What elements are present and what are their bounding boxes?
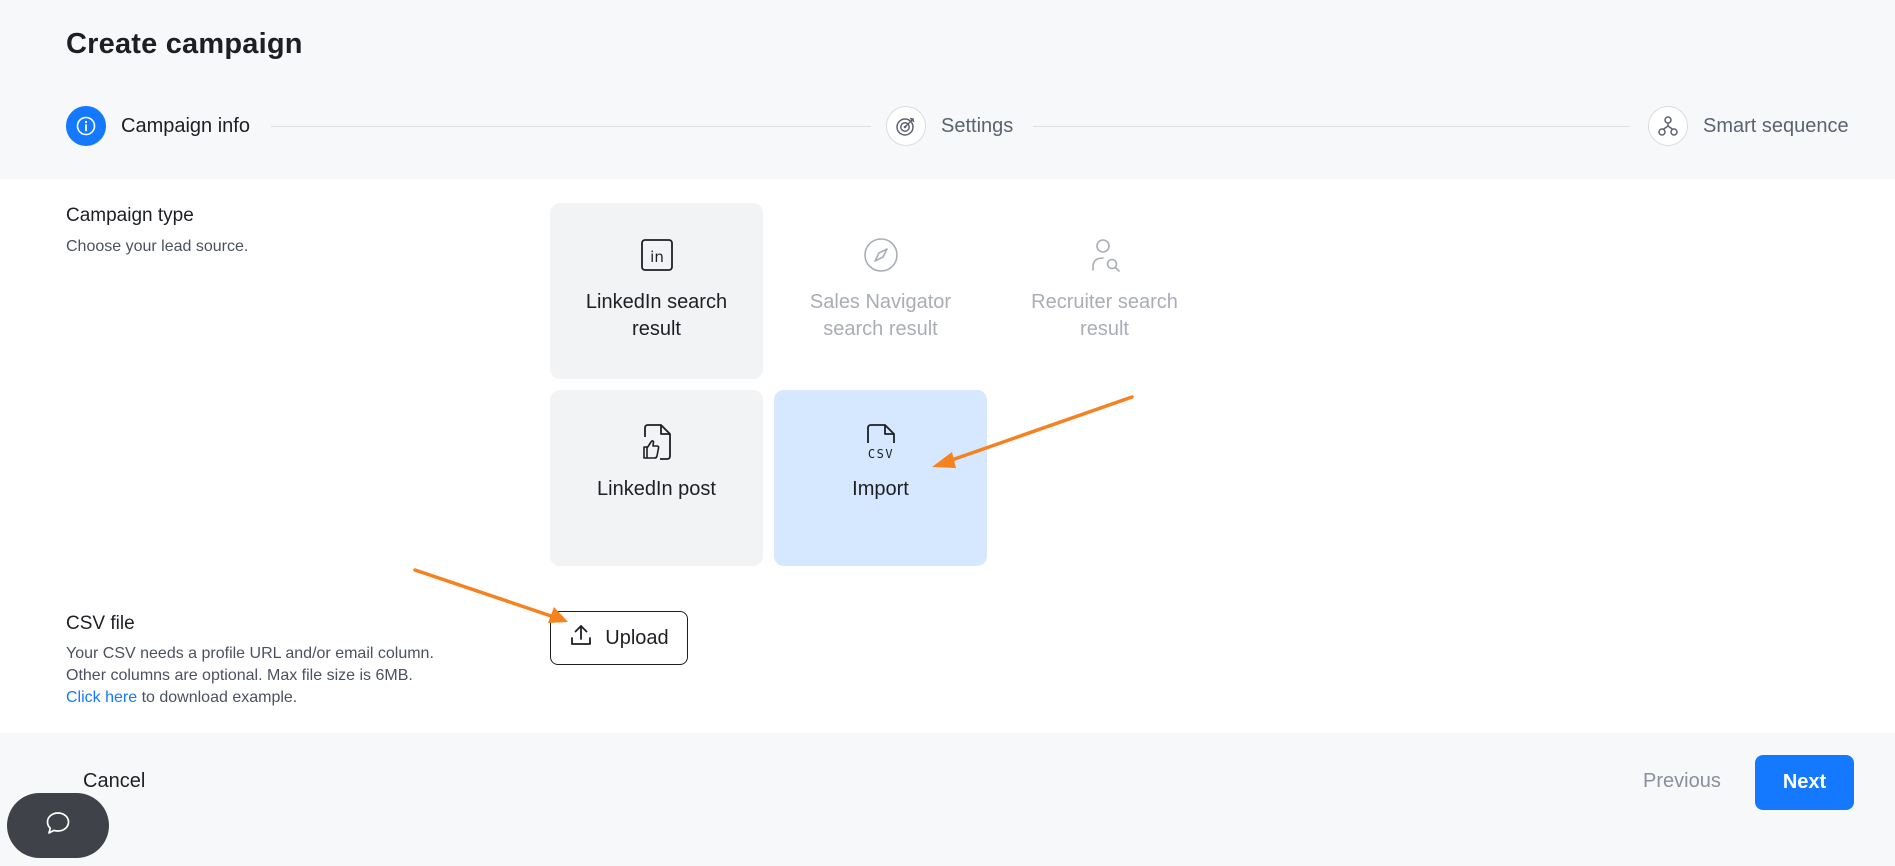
- card-label: Import: [852, 478, 909, 500]
- user-search-icon: [1087, 237, 1123, 273]
- card-label: Sales Navigator search result: [809, 291, 952, 340]
- previous-button[interactable]: Previous: [1643, 770, 1721, 793]
- upload-label: Upload: [605, 626, 669, 649]
- step-label: Campaign info: [121, 114, 250, 137]
- chat-bubble-icon: [44, 809, 72, 842]
- step-connector: [1033, 126, 1630, 127]
- step-campaign-info[interactable]: Campaign info: [66, 106, 250, 146]
- svg-text:CSV: CSV: [867, 447, 893, 461]
- upload-icon: [569, 623, 593, 653]
- sequence-icon: [1648, 106, 1688, 146]
- csv-file-icon: CSV: [863, 424, 899, 461]
- upload-button[interactable]: Upload: [550, 611, 688, 665]
- cancel-button[interactable]: Cancel: [83, 770, 145, 793]
- csv-file-description-line1: Your CSV needs a profile URL and/or emai…: [66, 645, 434, 662]
- csv-file-description-line3: Click here to download example.: [66, 687, 297, 709]
- info-icon: [66, 106, 106, 146]
- campaign-option-linkedin-post[interactable]: LinkedIn post: [550, 390, 763, 566]
- step-connector: [271, 126, 871, 127]
- next-button[interactable]: Next: [1755, 755, 1854, 810]
- csv-file-title: CSV file: [66, 613, 135, 634]
- card-label: Recruiter search result: [1031, 291, 1178, 340]
- card-label: LinkedIn search result: [585, 291, 728, 340]
- campaign-type-title: Campaign type: [66, 205, 194, 226]
- svg-text:in: in: [650, 248, 664, 266]
- page-title: Create campaign: [66, 28, 303, 60]
- compass-icon: [863, 237, 899, 273]
- campaign-type-description: Choose your lead source.: [66, 238, 249, 255]
- target-icon: [886, 106, 926, 146]
- campaign-option-recruiter: Recruiter search result: [998, 203, 1211, 379]
- download-example-text: to download example.: [137, 689, 298, 706]
- download-example-link[interactable]: Click here: [66, 689, 137, 706]
- stepper: Campaign info Settings Smart sequence: [66, 106, 1854, 146]
- csv-file-description-line2: Other columns are optional. Max file siz…: [66, 667, 413, 684]
- step-settings[interactable]: Settings: [886, 106, 1013, 146]
- footer: Cancel Previous Next: [0, 733, 1895, 866]
- file-thumbs-up-icon: [639, 424, 675, 460]
- header: Create campaign Campaign info Settings S…: [0, 0, 1895, 179]
- step-label: Smart sequence: [1703, 114, 1849, 137]
- card-label: LinkedIn post: [597, 478, 716, 500]
- campaign-option-linkedin-search[interactable]: in LinkedIn search result: [550, 203, 763, 379]
- step-smart-sequence[interactable]: Smart sequence: [1648, 106, 1849, 146]
- campaign-option-import[interactable]: CSV Import: [774, 390, 987, 566]
- step-label: Settings: [941, 114, 1014, 137]
- linkedin-icon: in: [639, 237, 675, 273]
- campaign-option-sales-navigator: Sales Navigator search result: [774, 203, 987, 379]
- chat-widget-button[interactable]: [7, 793, 109, 858]
